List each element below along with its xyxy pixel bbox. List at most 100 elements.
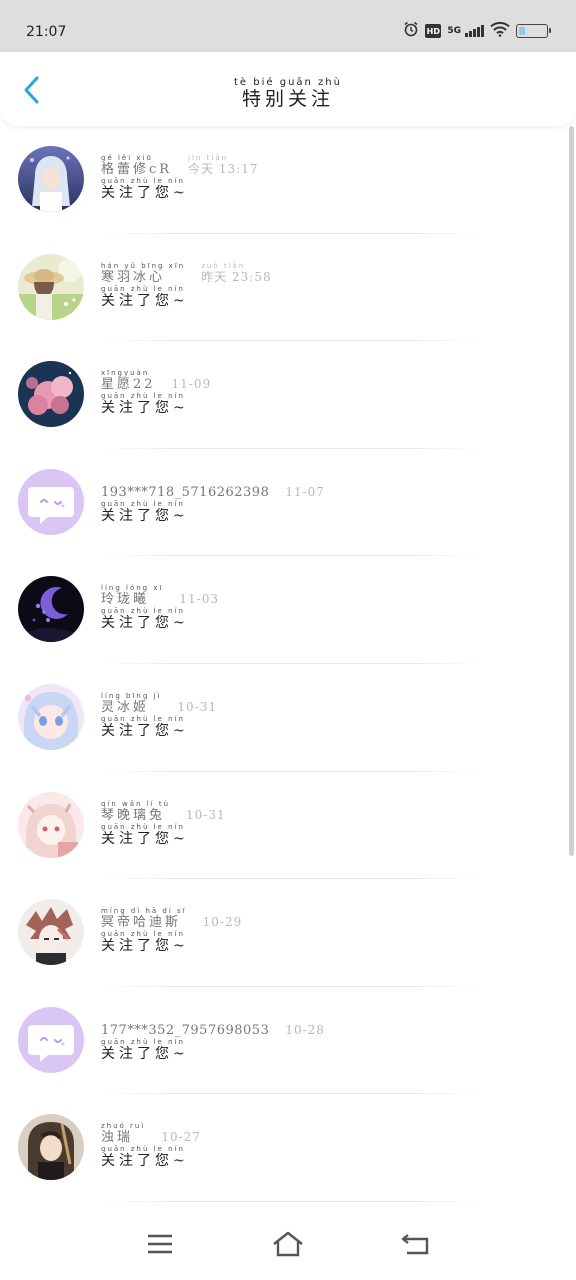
home-button[interactable]: [268, 1224, 308, 1264]
list-item-text: líng bīng jì 灵冰姬 10-31 guān zhù le nín 关注了您…: [101, 692, 217, 739]
avatar[interactable]: [18, 683, 84, 750]
message-pinyin: guān zhù le nín: [101, 1037, 185, 1046]
message-pinyin: guān zhù le nín: [101, 392, 185, 401]
name-block: xīngyuàn 星愿22: [101, 369, 156, 392]
name-block: 193***718_5716262398: [101, 477, 269, 500]
username[interactable]: 193***718_5716262398: [101, 485, 269, 500]
back-nav-button[interactable]: [396, 1224, 436, 1264]
message-block: guān zhù le nín 关注了您~: [101, 177, 258, 201]
name-line: zhuó ruì 浊瑞 10-27: [101, 1122, 201, 1145]
message-text: 关注了您~: [101, 722, 189, 739]
name-block: hán yǔ bīng xīn 寒羽冰心: [101, 262, 185, 285]
list-item[interactable]: gé lěi xiū 格蕾修cR jīn tiān 今天 13:17 guān zhù …: [0, 126, 576, 234]
navigation-bar: [0, 1206, 576, 1280]
avatar[interactable]: [18, 361, 84, 428]
message-text: 关注了您~: [101, 507, 189, 524]
name-line: gé lěi xiū 格蕾修cR jīn tiān 今天 13:17: [101, 154, 258, 177]
page-title: 特别关注: [241, 88, 334, 110]
list-item-text: 193***718_5716262398 11-07 guān zhù le ní…: [101, 477, 325, 524]
name-pinyin: zhuó ruì: [101, 1122, 146, 1131]
username[interactable]: 琴晚璃兔: [101, 808, 170, 823]
date-block: 10-31: [186, 800, 226, 823]
list-item-text: míng dì hā dí sī 冥帝哈迪斯 10-29 guān zhù le n…: [101, 907, 242, 954]
name-line: qín wǎn lí tù 琴晚璃兔 10-31: [101, 800, 226, 823]
timestamp: 10-28: [285, 1022, 325, 1037]
list-item[interactable]: 193***718_5716262398 11-07 guān zhù le ní…: [0, 449, 576, 557]
username[interactable]: 177***352_7957698053: [101, 1023, 269, 1038]
avatar[interactable]: [18, 791, 84, 858]
username[interactable]: 冥帝哈迪斯: [101, 915, 187, 930]
list-item-text: zhuó ruì 浊瑞 10-27 guān zhù le nín 关注了您~: [101, 1122, 201, 1169]
list-item[interactable]: zhuó ruì 浊瑞 10-27 guān zhù le nín 关注了您~: [0, 1094, 576, 1202]
name-block: zhuó ruì 浊瑞: [101, 1122, 145, 1145]
name-line: 193***718_5716262398 11-07: [101, 477, 325, 500]
menu-icon: [148, 1234, 172, 1254]
message-pinyin: guān zhù le nín: [101, 499, 185, 508]
list-item[interactable]: hán yǔ bīng xīn 寒羽冰心 zuó tiān 昨天 23:58 guān …: [0, 234, 576, 342]
list-item[interactable]: 177***352_7957698053 10-28 guān zhù le ní…: [0, 987, 576, 1095]
date-block: jīn tiān 今天 13:17: [188, 154, 258, 177]
list-item-text: gé lěi xiū 格蕾修cR jīn tiān 今天 13:17 guān zhù …: [101, 154, 258, 201]
message-text: 关注了您~: [101, 292, 189, 309]
avatar[interactable]: [18, 1006, 84, 1073]
date-block: 10-29: [203, 907, 243, 930]
date-pinyin: [179, 584, 219, 592]
message-text: 关注了您~: [101, 830, 189, 847]
date-block: 10-31: [177, 692, 217, 715]
battery-level: [519, 27, 525, 35]
avatar[interactable]: [18, 576, 84, 643]
date-pinyin: [177, 692, 217, 700]
back-icon: [401, 1234, 429, 1255]
menu-button[interactable]: [140, 1224, 180, 1264]
message-block: guān zhù le nín 关注了您~: [101, 285, 272, 309]
message-block: guān zhù le nín 关注了您~: [101, 1038, 325, 1062]
status-time: 21:07: [26, 24, 67, 40]
avatar[interactable]: [18, 146, 84, 212]
name-pinyin: qín wǎn lí tù: [101, 799, 171, 808]
username[interactable]: 格蕾修cR: [101, 162, 172, 177]
list-item[interactable]: qín wǎn lí tù 琴晚璃兔 10-31 guān zhù le nín 关注…: [0, 772, 576, 880]
username[interactable]: 星愿22: [101, 377, 156, 392]
name-pinyin: [101, 1015, 269, 1023]
username[interactable]: 灵冰姬: [101, 700, 161, 715]
name-pinyin: líng bīng jì: [101, 691, 162, 700]
list-item[interactable]: xīngyuàn 星愿22 11-09 guān zhù le nín 关注了您~: [0, 341, 576, 449]
username[interactable]: 玲珑曦: [101, 592, 163, 607]
timestamp: 11-09: [171, 377, 212, 392]
name-line: xīngyuàn 星愿22 11-09: [101, 369, 211, 392]
list-item[interactable]: míng dì hā dí sī 冥帝哈迪斯 10-29 guān zhù le n…: [0, 879, 576, 987]
timestamp: 11-07: [285, 484, 325, 499]
avatar[interactable]: [18, 468, 84, 535]
date-block: 11-07: [285, 477, 325, 500]
list-item[interactable]: líng bīng jì 灵冰姬 10-31 guān zhù le nín 关注了您…: [0, 664, 576, 772]
message-block: guān zhù le nín 关注了您~: [101, 392, 211, 416]
message-block: guān zhù le nín 关注了您~: [101, 607, 219, 631]
username[interactable]: 寒羽冰心: [101, 270, 185, 285]
avatar[interactable]: [18, 899, 84, 966]
page-title-wrap: tè bié guān zhù 特别关注: [0, 78, 576, 111]
status-bar: 21:07 HD 5G: [0, 0, 576, 52]
date-pinyin: [285, 477, 325, 485]
list-item[interactable]: líng lóng xī 玲珑曦 11-03 guān zhù le nín 关注了您…: [0, 556, 576, 664]
list-item-text: qín wǎn lí tù 琴晚璃兔 10-31 guān zhù le nín 关注…: [101, 800, 226, 847]
date-pinyin: zuó tiān: [201, 261, 246, 270]
username[interactable]: 浊瑞: [101, 1130, 145, 1145]
signal-icon: [465, 25, 484, 37]
message-block: guān zhù le nín 关注了您~: [101, 823, 226, 847]
timestamp: 昨天 23:58: [201, 269, 272, 284]
avatar[interactable]: [18, 253, 84, 320]
name-line: 177***352_7957698053 10-28: [101, 1015, 325, 1038]
name-block: míng dì hā dí sī 冥帝哈迪斯: [101, 907, 187, 930]
divider: [100, 1200, 486, 1202]
network-type-label: 5G: [447, 26, 461, 36]
date-block: 10-28: [285, 1015, 325, 1038]
avatar[interactable]: [18, 1114, 84, 1181]
name-block: qín wǎn lí tù 琴晚璃兔: [101, 800, 170, 823]
timestamp: 10-29: [202, 915, 243, 930]
message-text: 关注了您~: [101, 615, 189, 632]
list-item-text: 177***352_7957698053 10-28 guān zhù le ní…: [101, 1015, 325, 1062]
message-block: guān zhù le nín 关注了您~: [101, 930, 242, 954]
home-icon: [273, 1231, 303, 1257]
timestamp: 11-03: [179, 592, 220, 607]
timestamp: 10-27: [161, 1130, 201, 1145]
